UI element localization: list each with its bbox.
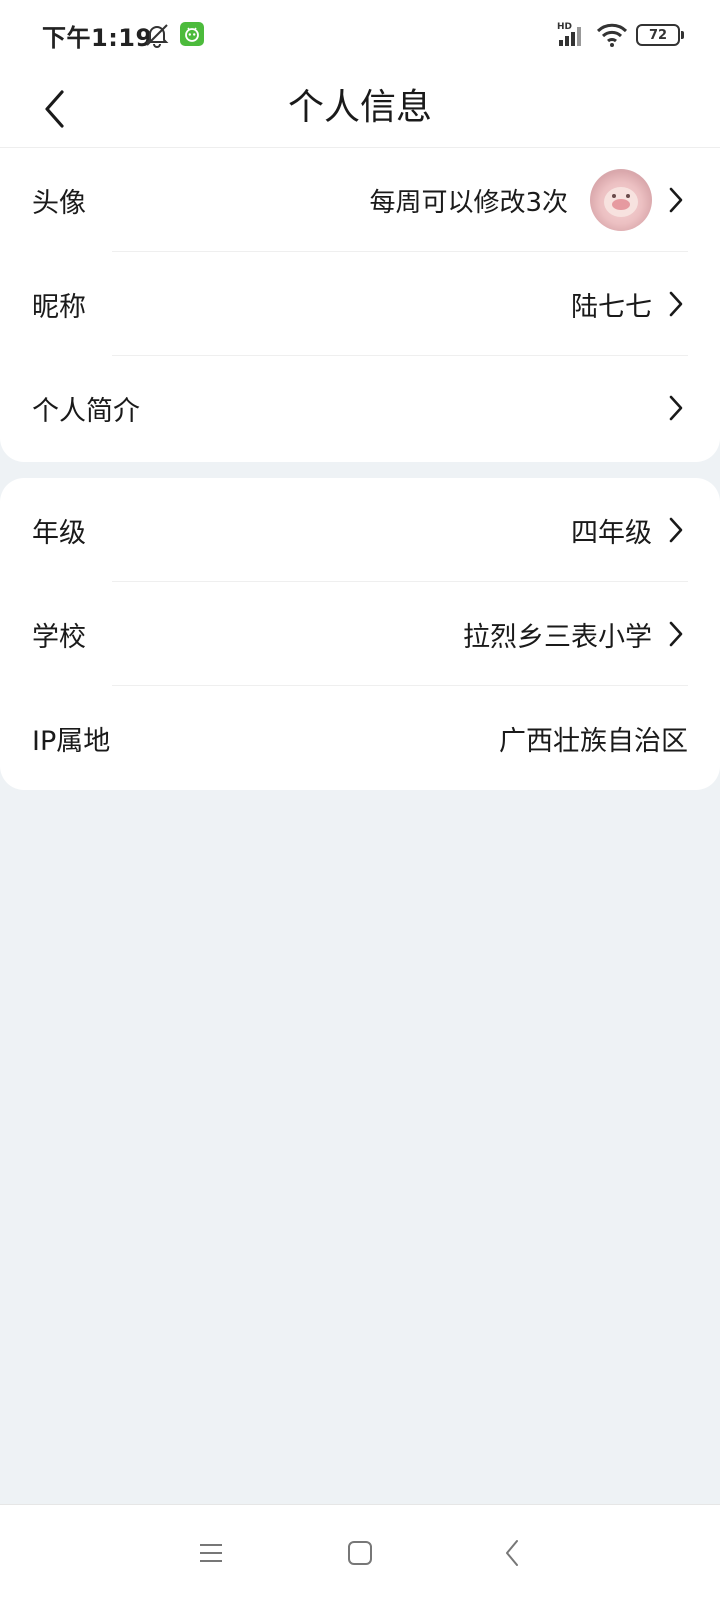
avatar-row[interactable]: 头像 每周可以修改3次: [0, 148, 720, 252]
avatar-edit-hint: 每周可以修改3次: [369, 187, 568, 218]
back-icon[interactable]: [492, 1533, 532, 1573]
row-label-avatar: 头像: [32, 187, 86, 219]
header: 个人信息: [0, 68, 720, 148]
battery-level: 72: [648, 27, 668, 43]
hd-signal-icon: HD: [557, 20, 587, 48]
mute-bell-icon: [144, 22, 170, 48]
ip-location-value: 广西壮族自治区: [499, 725, 688, 757]
grade-row[interactable]: 年级 四年级: [0, 478, 720, 582]
bio-row[interactable]: 个人简介: [0, 356, 720, 460]
row-label-bio: 个人简介: [32, 395, 140, 427]
chevron-right-icon: [664, 619, 688, 649]
school-card: 年级 四年级 学校 拉烈乡三表小学 IP属地 广西壮族自治区: [0, 478, 720, 790]
chevron-right-icon: [664, 289, 688, 319]
chevron-right-icon: [664, 393, 688, 423]
page-title: 个人信息: [287, 87, 432, 128]
battery-icon: 72: [636, 24, 684, 46]
personal-info-page: 下午1:19 HD 72 个人信息 头像 每周可以修改3次 昵称 陆七七 个人简…: [0, 0, 720, 1600]
status-time: 下午1:19: [42, 24, 153, 52]
chevron-right-icon: [664, 185, 688, 215]
profile-card: 头像 每周可以修改3次 昵称 陆七七 个人简介: [0, 148, 720, 462]
row-label-nickname: 昵称: [32, 291, 86, 323]
status-bar: 下午1:19 HD 72: [0, 0, 720, 68]
school-value: 拉烈乡三表小学: [463, 621, 652, 653]
svg-text:HD: HD: [557, 22, 572, 32]
chevron-right-icon: [664, 515, 688, 545]
menu-icon[interactable]: [191, 1533, 231, 1573]
row-label-ip-location: IP属地: [32, 725, 111, 757]
nickname-row[interactable]: 昵称 陆七七: [0, 252, 720, 356]
ip-location-row: IP属地 广西壮族自治区: [0, 686, 720, 790]
school-row[interactable]: 学校 拉烈乡三表小学: [0, 582, 720, 686]
row-label-school: 学校: [32, 621, 86, 653]
row-label-grade: 年级: [32, 517, 86, 549]
app-notification-icon: [180, 22, 204, 46]
grade-value: 四年级: [571, 517, 652, 549]
home-icon[interactable]: [340, 1533, 380, 1573]
nickname-value: 陆七七: [571, 291, 652, 323]
avatar[interactable]: [590, 169, 652, 231]
system-nav-bar: [0, 1504, 720, 1600]
wifi-icon: [596, 22, 628, 48]
